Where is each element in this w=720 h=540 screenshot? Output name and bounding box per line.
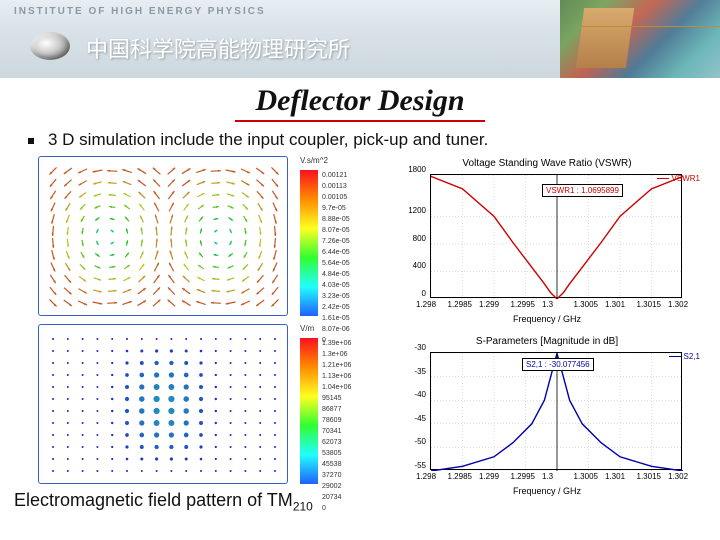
slide-title: Deflector Design [0,84,720,118]
colorbar-top-ticks: 0.001210.001130.001059.7e-058.88e-058.07… [322,170,350,346]
figure-grid: V.s/m^2 0.001210.001130.001059.7e-058.88… [0,156,720,526]
bullet-line: 3 D simulation include the input coupler… [0,130,720,150]
colorbar-top [300,170,318,316]
bullet-icon [28,138,34,144]
colorbar-top-header: V.s/m^2 [300,156,328,165]
vswr-legend-box: VSWR1 : 1.0695899 [542,184,623,197]
banner-rule [580,26,720,27]
sparam-legend-right: S2,1 [669,352,700,361]
field-vector-top [38,156,288,316]
vswr-legend-right: VSWR1 [657,174,700,183]
institute-en: INSTITUTE OF HIGH ENERGY PHYSICS [14,6,266,17]
sparam-chart: S-Parameters [Magnitude in dB] S2,1 : -3… [392,334,702,498]
vswr-xticks: 1.2981.29851.2991.29951.31.30051.3011.30… [430,300,682,310]
sparam-xlabel: Frequency / GHz [392,486,702,496]
header-banner: INSTITUTE OF HIGH ENERGY PHYSICS 中国科学院高能… [0,0,720,78]
vector-plot-e-field [39,325,289,485]
vector-plot-b-field [39,157,289,317]
sparam-legend-box: S2,1 : -30.077456 [522,358,594,371]
vswr-chart: Voltage Standing Wave Ratio (VSWR) VSWR1… [392,156,702,326]
sparam-yticks: -30-35-40-45-50-55 [400,348,426,466]
vswr-title: Voltage Standing Wave Ratio (VSWR) [392,158,702,169]
title-underline [235,120,485,122]
colorbar-bot-ticks: 1.39e+061.3e+061.21e+061.13e+061.04e+069… [322,338,351,514]
field-vector-bottom [38,324,288,484]
institute-cn: 中国科学院高能物理研究所 [86,32,350,64]
colorbar-bot [300,338,318,484]
sparam-title: S-Parameters [Magnitude in dB] [392,336,702,347]
vswr-xlabel: Frequency / GHz [392,314,702,324]
banner-photo [560,0,720,78]
colorbar-bot-header: V/m [300,324,314,333]
bullet-text: 3 D simulation include the input coupler… [48,130,488,149]
sparam-xticks: 1.2981.29851.2991.29951.31.30051.3011.30… [430,472,682,482]
vswr-yticks: 180012008004000 [400,170,426,294]
field-caption: Electromagnetic field pattern of TM210 [14,490,313,514]
ihep-logo [30,32,70,60]
